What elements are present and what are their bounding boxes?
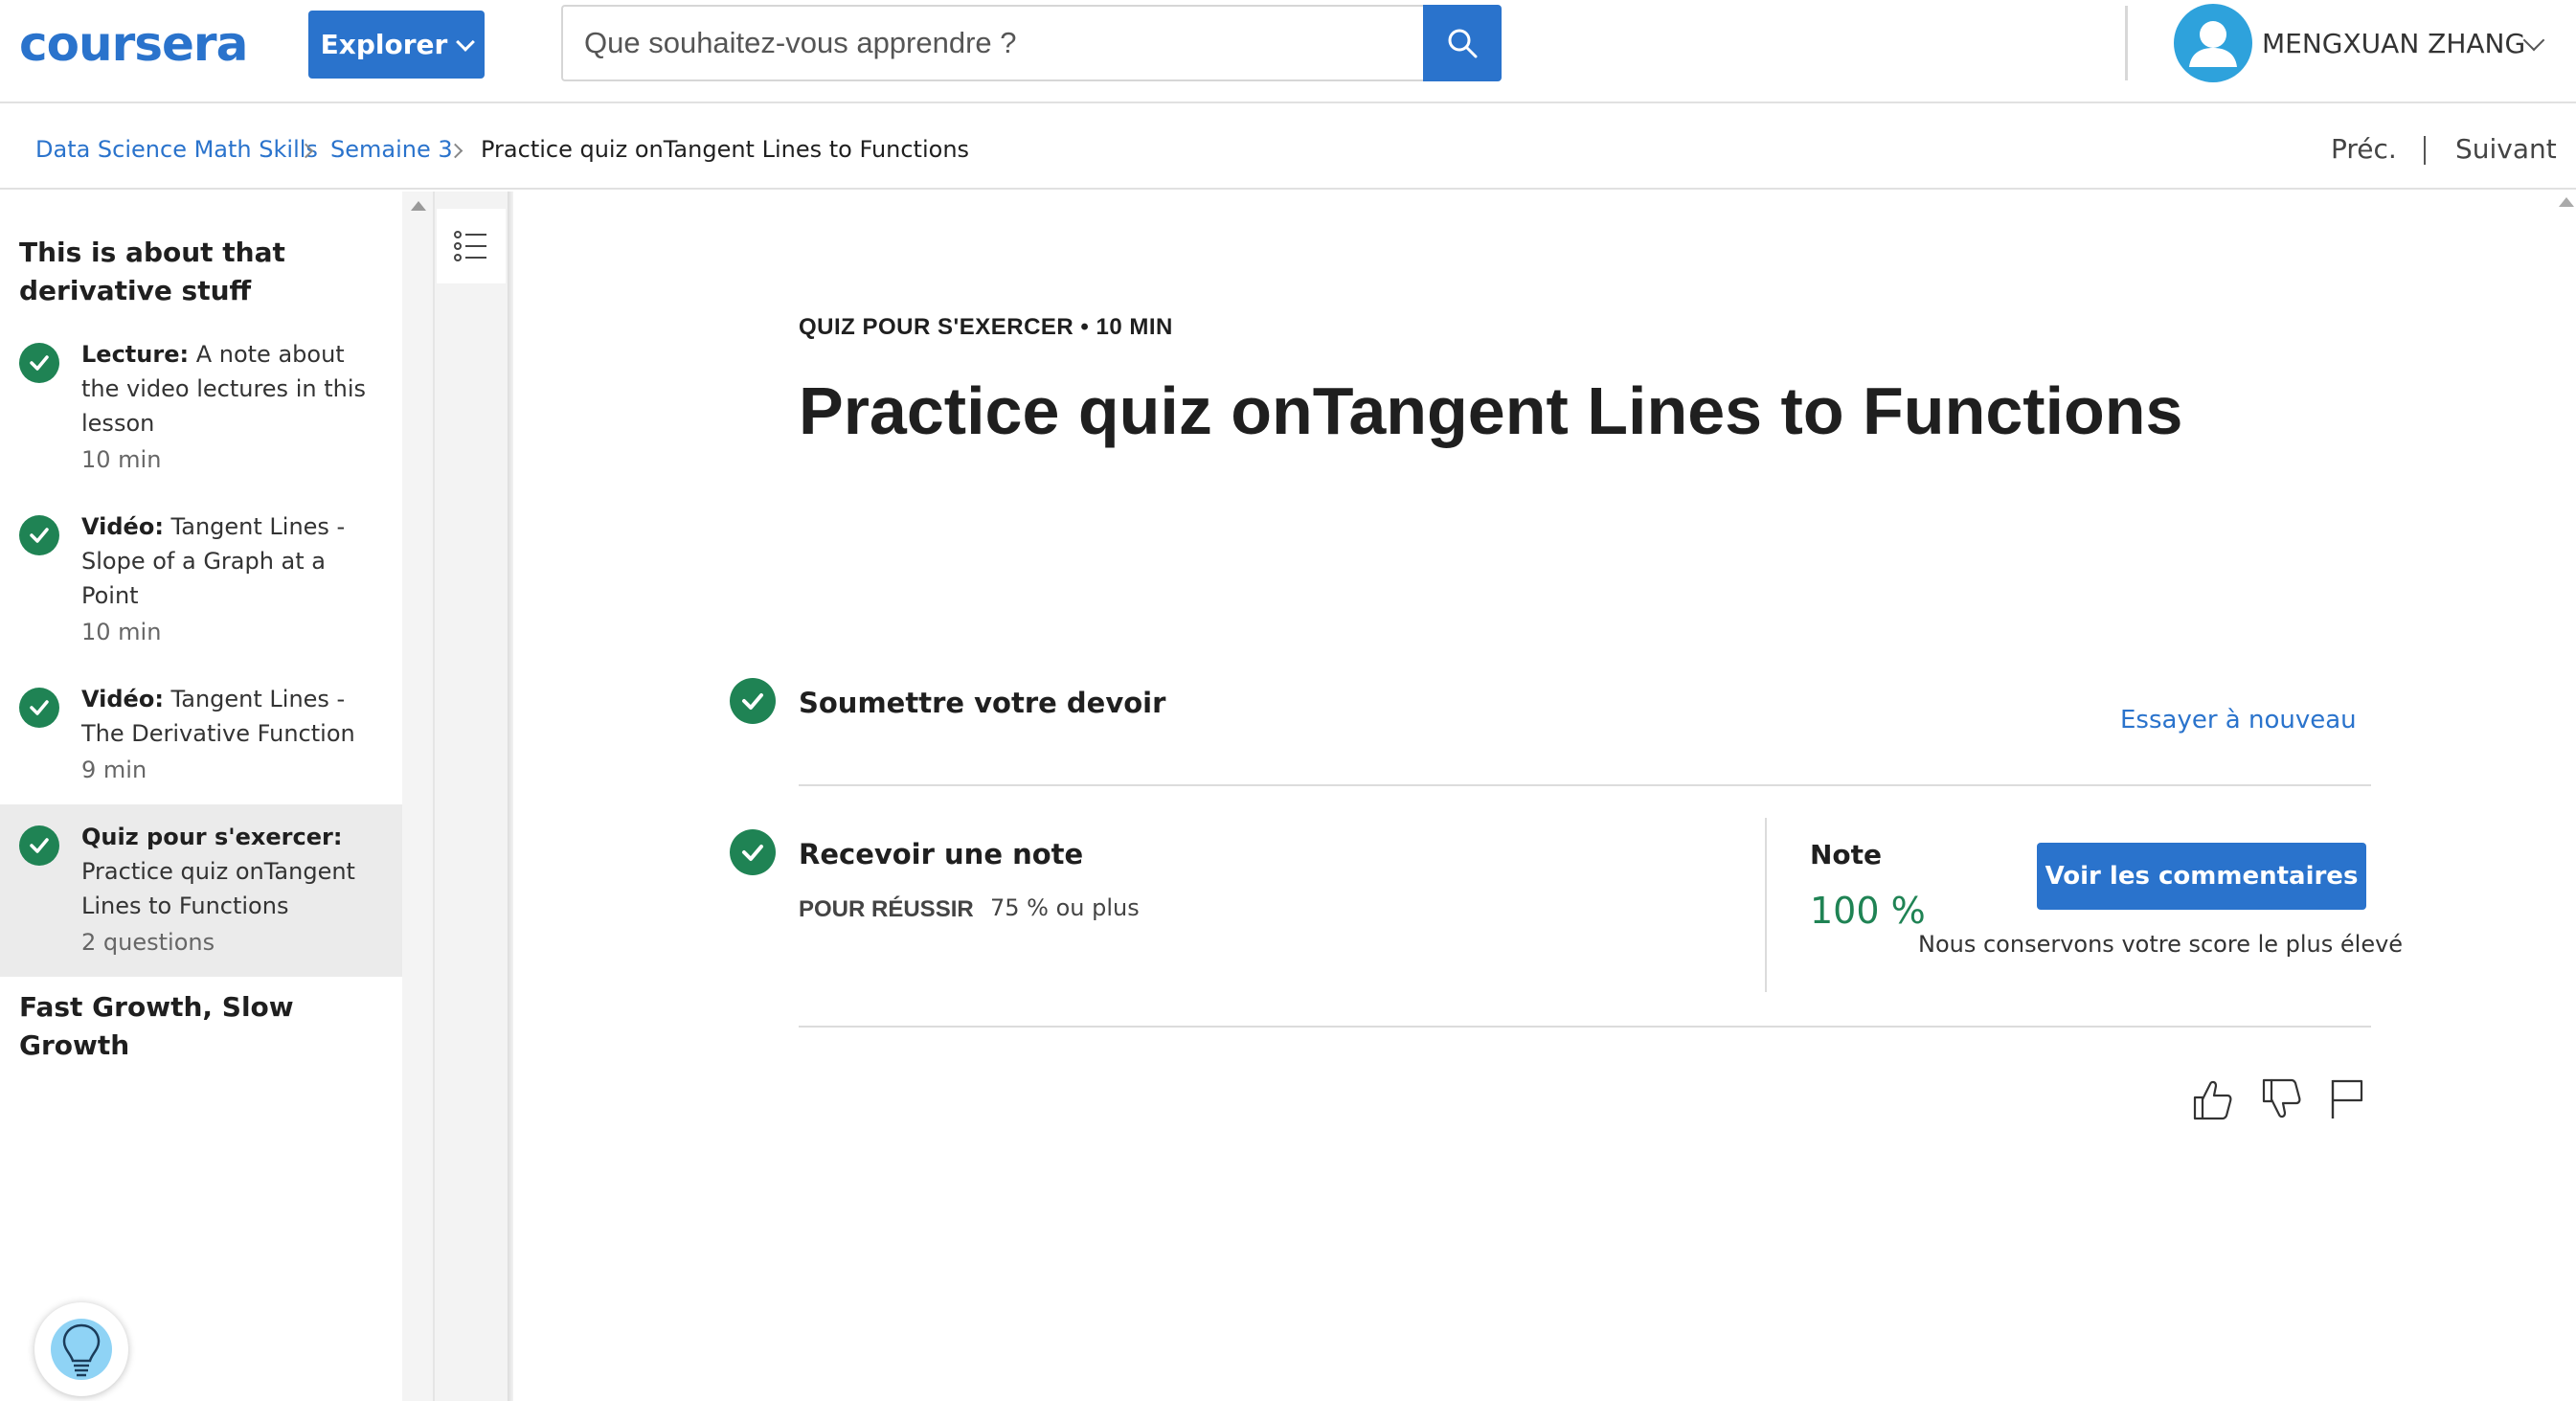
grade-step-title: Recevoir une note [799,838,1084,870]
sidebar-scrollbar[interactable] [402,192,435,1401]
thumbs-down-icon [2262,1078,2301,1119]
chevron-down-icon[interactable] [2522,29,2545,52]
breadcrumb-course[interactable]: Data Science Math Skills [35,134,318,165]
page-title: Practice quiz onTangent Lines to Functio… [799,373,2183,448]
top-header: coursera Explorer MENGXUAN ZHANG [0,0,2576,103]
sidebar-item-video-derivative[interactable]: Vidéo: Tangent Lines - The Derivative Fu… [0,682,402,801]
best-score-note: Nous conservons votre score le plus élev… [1918,931,2404,958]
breadcrumb: Data Science Math Skills Semaine 3 Pract… [0,105,2576,190]
sidebar-item-duration: 10 min [81,619,162,645]
check-icon [19,825,59,866]
pass-threshold: 75 % ou plus [990,894,1140,921]
avatar-icon [2189,21,2237,67]
user-name[interactable]: MENGXUAN ZHANG [2262,27,2525,61]
thumbs-down-button[interactable] [2260,1076,2302,1122]
thumbs-up-icon [2193,1080,2232,1120]
thumbs-up-button[interactable] [2191,1076,2233,1122]
search-input[interactable] [561,5,1425,81]
help-button[interactable] [34,1302,128,1396]
sidebar-item-video-slope[interactable]: Vidéo: Tangent Lines - Slope of a Graph … [0,509,402,663]
chevron-down-icon [456,32,476,52]
explore-button[interactable]: Explorer [308,11,485,79]
course-sidebar: This is about that derivative stuff Lect… [0,192,402,1401]
grade-label: Note [1810,839,1883,870]
sidebar-item-label: Vidéo: Tangent Lines - The Derivative Fu… [81,686,355,747]
prev-button[interactable]: Préc. [2331,132,2397,167]
check-icon [19,688,59,728]
sidebar-item-label: Vidéo: Tangent Lines - Slope of a Graph … [81,513,346,609]
explore-button-label: Explorer [320,29,448,60]
check-icon [730,829,776,875]
sidebar-item-label: Lecture: A note about the video lectures… [81,341,366,437]
submit-step-title: Soumettre votre devoir [799,687,1166,719]
sidebar-section-title: This is about that derivative stuff [19,237,285,306]
sidebar-item-label: Quiz pour s'exercer: Practice quiz onTan… [81,824,355,919]
retry-link[interactable]: Essayer à nouveau [2120,703,2357,737]
search-button[interactable] [1423,5,1502,81]
list-toggle-icon [454,231,486,261]
next-button[interactable]: Suivant [2455,132,2557,167]
header-divider [2125,6,2128,80]
view-feedback-button[interactable]: Voir les commentaires [2037,843,2366,910]
breadcrumb-week[interactable]: Semaine 3 [330,134,453,165]
sidebar-item-duration: 10 min [81,446,162,473]
nav-divider [2424,136,2426,165]
sidebar-item-quiz-active[interactable]: Quiz pour s'exercer: Practice quiz onTan… [0,804,402,977]
sidebar-item-questions: 2 questions [81,929,215,956]
sidebar-item-lecture-note[interactable]: Lecture: A note about the video lectures… [0,337,402,490]
grade-value: 100 % [1810,890,1926,932]
sidebar-toggle-column [435,192,508,1401]
coursera-logo[interactable]: coursera [19,17,248,71]
pass-label: POUR RÉUSSIR [799,896,974,922]
search-icon [1448,29,1478,58]
check-icon [19,515,59,555]
breadcrumb-current: Practice quiz onTangent Lines to Functio… [481,136,970,163]
sidebar-item-duration: 9 min [81,757,147,783]
flag-icon [2331,1079,2363,1119]
check-icon [730,678,776,724]
scroll-up-icon[interactable] [411,201,426,211]
quiz-kicker: QUIZ POUR S'EXERCER • 10 MIN [799,314,1173,340]
divider [799,1026,2371,1028]
content-border [508,192,513,1401]
sidebar-next-section-title[interactable]: Fast Growth, Slow Growth [19,988,364,1065]
vertical-divider [1765,818,1767,992]
toggle-sidebar-button[interactable] [437,209,506,283]
avatar[interactable] [2174,4,2252,82]
check-icon [19,343,59,383]
divider [799,784,2371,786]
lightbulb-icon [51,1319,112,1380]
flag-button[interactable] [2327,1076,2369,1122]
scroll-up-icon[interactable] [2559,197,2574,207]
